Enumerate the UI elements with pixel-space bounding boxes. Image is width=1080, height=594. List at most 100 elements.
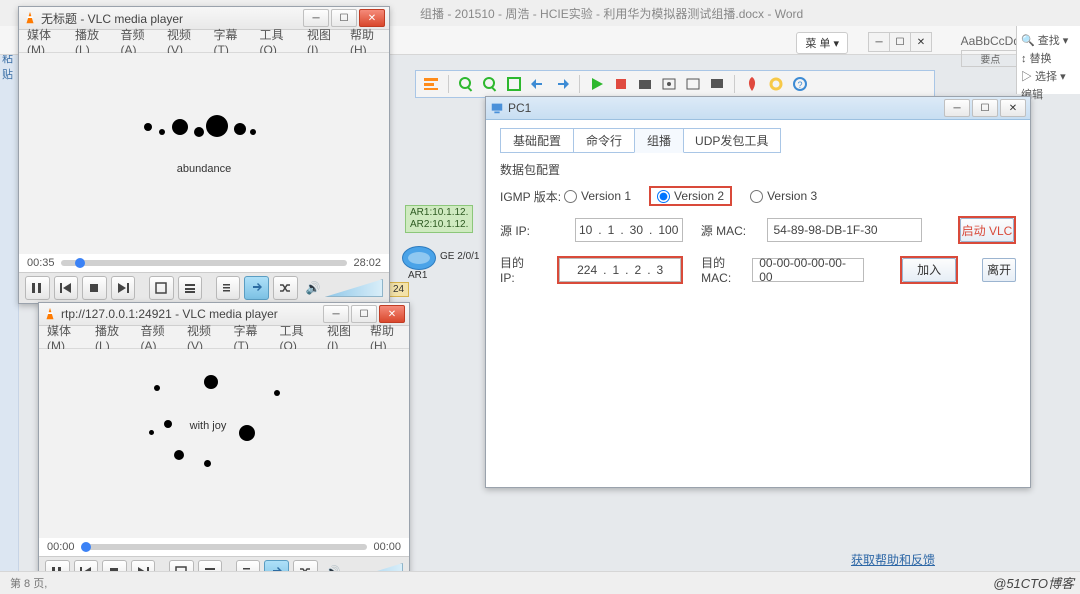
fullscreen-button[interactable] xyxy=(149,276,174,300)
tab-basic[interactable]: 基础配置 xyxy=(500,128,574,153)
close-button[interactable]: ✕ xyxy=(359,9,385,27)
min-button[interactable]: ─ xyxy=(323,305,349,323)
volume-slider[interactable] xyxy=(325,279,383,297)
tab-multicast[interactable]: 组播 xyxy=(634,128,684,153)
pc1-body: 基础配置 命令行 组播 UDP发包工具 数据包配置 IGMP 版本: Versi… xyxy=(486,120,1030,487)
video-caption: abundance xyxy=(177,163,231,175)
console-icon[interactable] xyxy=(684,75,702,93)
start-vlc-button[interactable]: 启动 VLC xyxy=(960,218,1014,242)
igmp-v2-radio[interactable]: Version 2 xyxy=(657,189,724,203)
pc1-title: PC1 xyxy=(508,101,942,115)
vlc-main-timebar: 00:35 28:02 xyxy=(19,254,389,272)
max-button[interactable]: ☐ xyxy=(351,305,377,323)
igmp-v3-radio[interactable]: Version 3 xyxy=(750,189,817,203)
time-total: 28:02 xyxy=(353,257,381,269)
seek-slider[interactable] xyxy=(61,260,348,266)
settings-icon[interactable] xyxy=(767,75,785,93)
igmp-v1-radio[interactable]: Version 1 xyxy=(564,189,631,203)
start-device-icon[interactable] xyxy=(588,75,606,93)
pc1-titlebar[interactable]: PC1 ─ ☐ ✕ xyxy=(486,97,1030,120)
menu-video[interactable]: 视频(V) xyxy=(179,322,226,353)
word-left-strip: 文 粘贴 xyxy=(0,0,19,594)
feedback-link[interactable]: 获取帮助和反馈 xyxy=(851,551,935,568)
src-mac-input[interactable]: 54-89-98-DB-1F-30 xyxy=(767,218,923,242)
svg-text:?: ? xyxy=(797,80,802,90)
menu-audio[interactable]: 音频(A) xyxy=(113,26,160,57)
menu-view[interactable]: 视图(I) xyxy=(299,26,342,57)
tab-udp[interactable]: UDP发包工具 xyxy=(683,128,781,153)
vlc-main-video: abundance xyxy=(19,53,389,254)
loop-button[interactable] xyxy=(244,276,269,300)
playlist-button[interactable] xyxy=(216,276,241,300)
capture-icon[interactable] xyxy=(636,75,654,93)
vlc-stream-title: rtp://127.0.0.1:24921 - VLC media player xyxy=(61,307,321,321)
vlc-stream-window: rtp://127.0.0.1:24921 - VLC media player… xyxy=(38,302,410,588)
max-button[interactable]: ☐ xyxy=(972,99,998,117)
vlc-icon xyxy=(23,11,37,25)
menu-audio[interactable]: 音频(A) xyxy=(133,322,180,353)
ensp-minimize[interactable]: ─ xyxy=(868,32,890,52)
menu-media[interactable]: 媒体(M) xyxy=(19,26,67,57)
menu-tools[interactable]: 工具(O) xyxy=(252,26,300,57)
join-button[interactable]: 加入 xyxy=(902,258,956,282)
router-node[interactable] xyxy=(402,246,436,270)
play-pause-button[interactable] xyxy=(25,276,50,300)
section-title: 数据包配置 xyxy=(500,161,1016,178)
stop-device-icon[interactable] xyxy=(612,75,630,93)
select-menu[interactable]: ▷ 选择 ▾ xyxy=(1021,68,1076,84)
menu-tools[interactable]: 工具(O) xyxy=(272,322,320,353)
align-icon[interactable] xyxy=(422,75,440,93)
menu-view[interactable]: 视图(I) xyxy=(319,322,362,353)
ensp-toolbar: ? xyxy=(415,70,935,98)
ensp-maximize[interactable]: ☐ xyxy=(889,32,911,52)
zoom-fit-icon[interactable] xyxy=(505,75,523,93)
tab-cli[interactable]: 命令行 xyxy=(573,128,635,153)
find-menu[interactable]: 🔍 查找 ▾ xyxy=(1021,32,1076,48)
pc-icon xyxy=(490,101,504,115)
ensp-menu-button[interactable]: 菜 单 ▾ xyxy=(796,32,848,54)
pc1-tabs: 基础配置 命令行 组播 UDP发包工具 xyxy=(500,128,1016,153)
leave-button[interactable]: 离开 xyxy=(982,258,1016,282)
stop-button[interactable] xyxy=(82,276,107,300)
menu-media[interactable]: 媒体(M) xyxy=(39,322,87,353)
undo-icon[interactable] xyxy=(529,75,547,93)
seek-slider[interactable] xyxy=(81,544,368,550)
snapshot-icon[interactable] xyxy=(660,75,678,93)
word-editing-pane: 🔍 查找 ▾ ↕ 替换 ▷ 选择 ▾ 编辑 xyxy=(1016,26,1080,94)
page-indicator: 第 8 页, xyxy=(10,575,47,591)
menu-help[interactable]: 帮助(H) xyxy=(342,26,389,57)
redo-icon[interactable] xyxy=(553,75,571,93)
vlc-main-window: 无标题 - VLC media player ─ ☐ ✕ 媒体(M) 播放(L)… xyxy=(18,6,390,304)
replace-button[interactable]: ↕ 替换 xyxy=(1021,50,1076,66)
next-button[interactable] xyxy=(111,276,136,300)
dst-ip-input[interactable]: 224.1.2.3 xyxy=(559,258,681,282)
menu-playback[interactable]: 播放(L) xyxy=(67,26,112,57)
min-button[interactable]: ─ xyxy=(944,99,970,117)
prev-button[interactable] xyxy=(54,276,79,300)
menu-subtitle[interactable]: 字幕(T) xyxy=(226,322,272,353)
huawei-icon[interactable] xyxy=(743,75,761,93)
word-statusbar: 第 8 页, xyxy=(0,571,1080,594)
menu-video[interactable]: 视频(V) xyxy=(159,26,206,57)
close-button[interactable]: ✕ xyxy=(1000,99,1026,117)
badge-overlay: 24 xyxy=(388,282,409,297)
menu-playback[interactable]: 播放(L) xyxy=(87,322,132,353)
video-caption: with joy xyxy=(190,420,227,432)
close-button[interactable]: ✕ xyxy=(379,305,405,323)
screen-icon[interactable] xyxy=(708,75,726,93)
src-ip-input[interactable]: 10.1.30.100 xyxy=(575,218,683,242)
menu-subtitle[interactable]: 字幕(T) xyxy=(206,26,252,57)
menu-help[interactable]: 帮助(H) xyxy=(362,322,409,353)
max-button[interactable]: ☐ xyxy=(331,9,357,27)
help-icon[interactable]: ? xyxy=(791,75,809,93)
igmp-label: IGMP 版本: xyxy=(500,188,564,205)
ext-settings-button[interactable] xyxy=(178,276,203,300)
zoom-out-icon[interactable] xyxy=(481,75,499,93)
shuffle-button[interactable] xyxy=(273,276,298,300)
zoom-in-icon[interactable] xyxy=(457,75,475,93)
ensp-close[interactable]: ✕ xyxy=(910,32,932,52)
word-doc-title: 组播 - 201510 - 周浩 - HCIE实验 - 利用华为模拟器测试组播.… xyxy=(420,5,803,22)
dst-mac-input[interactable]: 00-00-00-00-00-00 xyxy=(752,258,864,282)
speaker-icon[interactable]: 🔊 xyxy=(306,281,321,295)
min-button[interactable]: ─ xyxy=(303,9,329,27)
